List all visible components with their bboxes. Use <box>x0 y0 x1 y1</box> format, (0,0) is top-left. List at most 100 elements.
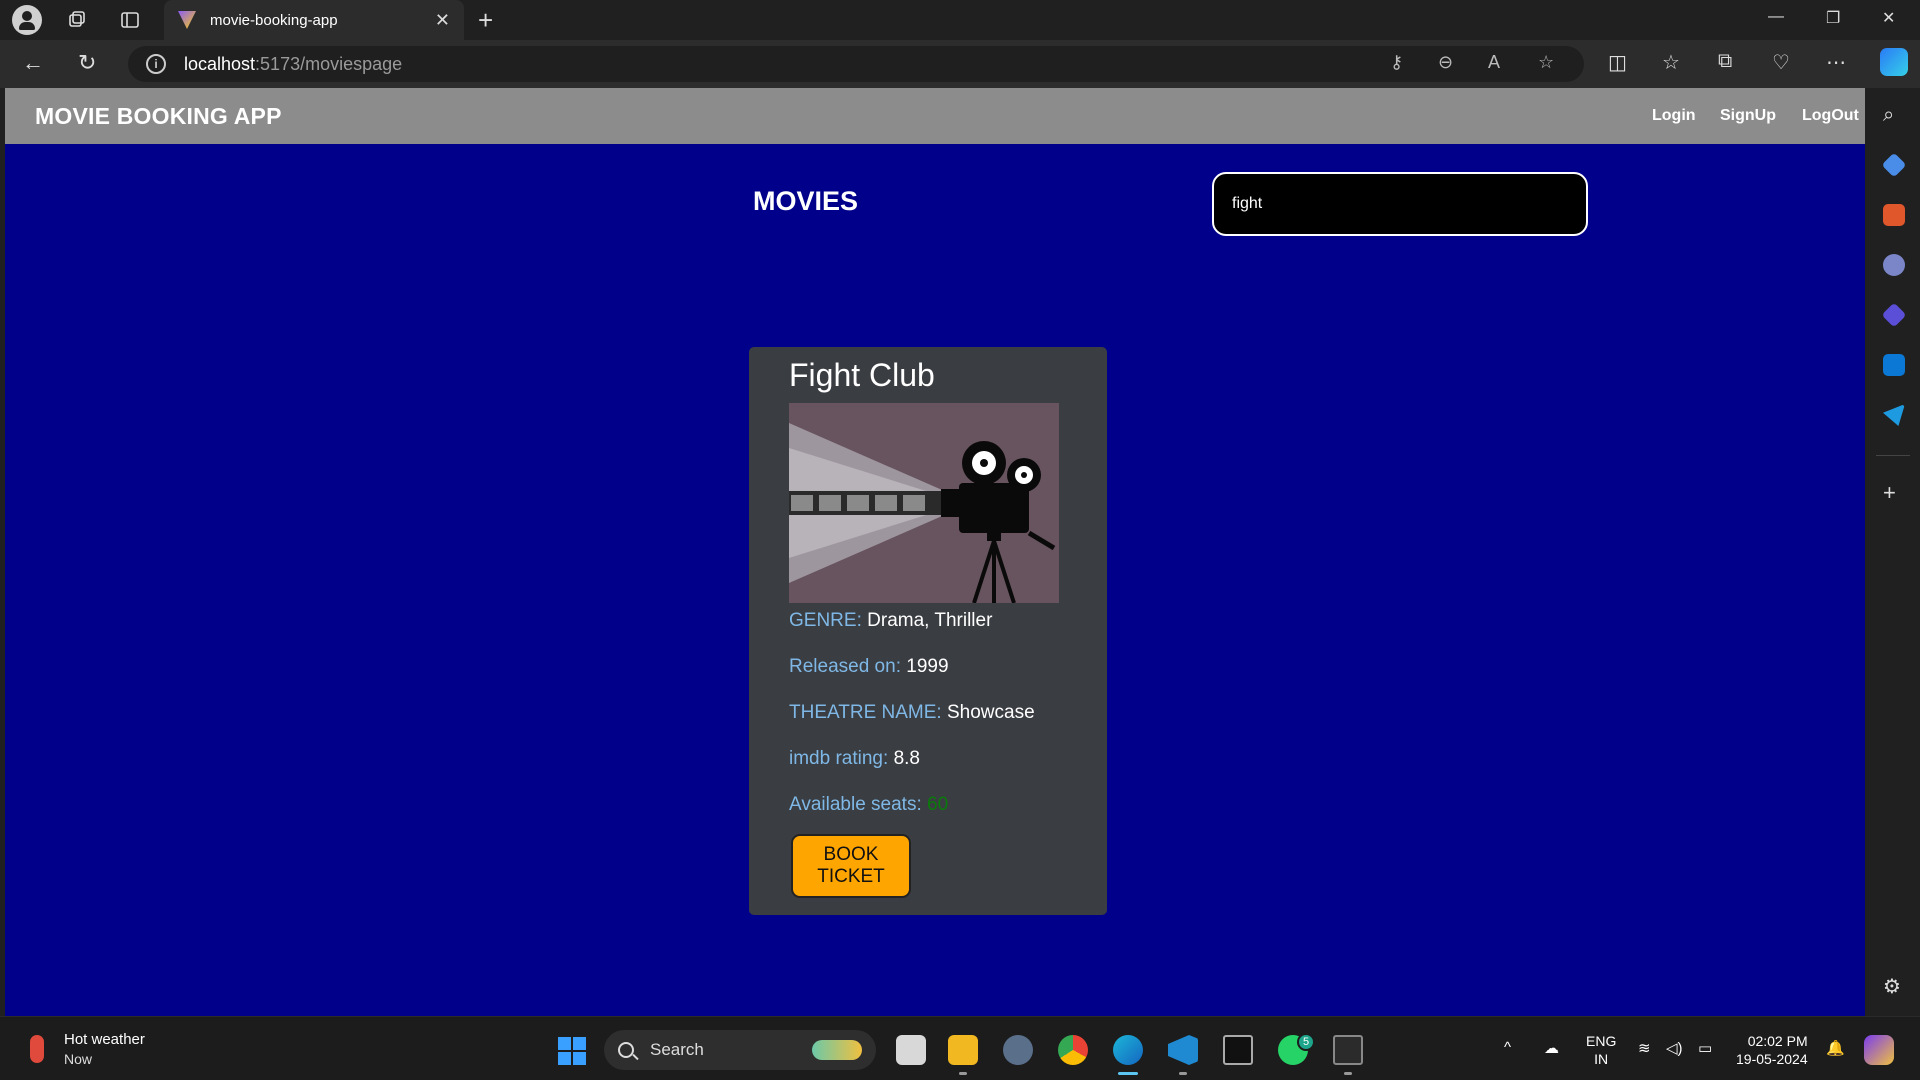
movie-card: Fight Club GENRE: Drama, Thriller Releas… <box>749 347 1107 915</box>
rating-value: 8.8 <box>893 748 920 769</box>
refresh-icon[interactable]: ↻ <box>78 50 96 76</box>
seats-field: Available seats: 60 <box>789 794 948 816</box>
windows-start-icon[interactable] <box>558 1037 586 1065</box>
taskbar-search-label: Search <box>650 1040 704 1059</box>
weather-title[interactable]: Hot weather <box>64 1031 145 1048</box>
battery-icon[interactable]: ▭ <box>1698 1039 1712 1057</box>
shopping-tag-icon[interactable] <box>1881 152 1907 178</box>
login-link[interactable]: Login <box>1652 107 1696 125</box>
theatre-field: THEATRE NAME: Showcase <box>789 702 1035 724</box>
search-icon <box>618 1042 634 1058</box>
movie-poster-image <box>789 403 1059 603</box>
language-indicator[interactable]: ENG IN <box>1586 1032 1616 1068</box>
genre-label: GENRE: <box>789 610 862 631</box>
outlook-icon[interactable] <box>1883 354 1905 376</box>
app-running-indicator <box>1344 1072 1352 1075</box>
restore-icon[interactable]: ❐ <box>1826 8 1840 28</box>
sidebar-divider <box>1876 455 1910 456</box>
chrome-icon[interactable] <box>1058 1035 1088 1065</box>
url-path: :5173/moviespage <box>255 53 403 74</box>
tab-title: movie-booking-app <box>210 11 338 29</box>
clock-date: 19-05-2024 <box>1736 1051 1808 1067</box>
close-window-icon[interactable]: ✕ <box>1882 8 1895 28</box>
app-active-indicator <box>1118 1072 1138 1075</box>
page-viewport: MOVIE BOOKING APP Login SignUp LogOut MO… <box>5 88 1865 1016</box>
key-icon[interactable]: ⚷ <box>1390 52 1403 73</box>
copilot-taskbar-icon[interactable] <box>1864 1035 1894 1065</box>
taskbar-search[interactable]: Search <box>604 1030 876 1070</box>
wifi-icon[interactable]: ≋ <box>1638 1039 1651 1057</box>
profile-icon[interactable] <box>12 5 42 35</box>
file-explorer-icon[interactable] <box>948 1035 978 1065</box>
onedrive-cloud-icon[interactable]: ☁ <box>1544 1039 1559 1057</box>
microsoft-365-icon[interactable] <box>1881 302 1907 328</box>
whatsapp-badge: 5 <box>1297 1033 1315 1051</box>
settings-icon[interactable] <box>1003 1035 1033 1065</box>
games-icon[interactable] <box>1883 254 1905 276</box>
genre-field: GENRE: Drama, Thriller <box>789 610 992 632</box>
split-screen-icon[interactable]: ◫ <box>1608 50 1627 75</box>
close-tab-icon[interactable]: ✕ <box>435 10 450 31</box>
zoom-out-icon[interactable]: ⊖ <box>1438 52 1453 73</box>
add-icon[interactable]: + <box>1883 480 1905 505</box>
volume-icon[interactable]: ◁) <box>1666 1039 1683 1057</box>
search-highlight-icon <box>812 1040 862 1060</box>
edge-sidebar: ⌕ + ⚙ <box>1866 88 1920 1016</box>
address-bar[interactable]: i localhost:5173/moviespage ⚷ ⊖ A ☆ <box>128 46 1584 82</box>
new-tab-icon[interactable]: + <box>478 5 493 36</box>
browser-essentials-icon[interactable]: ♡ <box>1772 50 1790 75</box>
terminal-window-icon[interactable] <box>1223 1035 1253 1065</box>
more-options-icon[interactable]: ⋯ <box>1826 50 1846 75</box>
book-ticket-button[interactable]: BOOK TICKET <box>791 834 911 898</box>
command-prompt-icon[interactable] <box>1333 1035 1363 1065</box>
collections-icon[interactable]: ⧉ <box>1718 50 1732 73</box>
read-aloud-icon[interactable]: A <box>1488 52 1500 73</box>
edge-icon[interactable] <box>1113 1035 1143 1065</box>
weather-subtitle: Now <box>64 1051 93 1067</box>
thermometer-icon[interactable] <box>30 1035 44 1063</box>
minimize-icon[interactable]: — <box>1768 8 1784 26</box>
released-field: Released on: 1999 <box>789 656 949 678</box>
signup-link[interactable]: SignUp <box>1720 107 1776 125</box>
app-brand[interactable]: MOVIE BOOKING APP <box>35 103 282 130</box>
released-value: 1999 <box>906 656 949 677</box>
genre-value: Drama, Thriller <box>867 610 993 631</box>
browser-title-bar: movie-booking-app ✕ + — ❐ ✕ <box>0 0 1920 40</box>
released-label: Released on: <box>789 656 901 677</box>
browser-tab[interactable]: movie-booking-app ✕ <box>164 0 464 40</box>
tab-actions-icon[interactable] <box>115 5 145 35</box>
vite-favicon-icon <box>178 11 196 29</box>
theatre-value: Showcase <box>947 702 1035 723</box>
favorites-icon[interactable]: ☆ <box>1662 50 1680 75</box>
back-icon[interactable]: ← <box>22 50 44 76</box>
windows-taskbar: Hot weather Now Search 5 ^ ☁ ENG IN ≋ ◁)… <box>0 1016 1920 1080</box>
film-projector-icon <box>789 403 1059 603</box>
rating-label: imdb rating: <box>789 748 889 769</box>
page-title: MOVIES <box>753 186 859 216</box>
movie-title: Fight Club <box>789 357 935 393</box>
seats-label: Available seats: <box>789 794 922 815</box>
browser-toolbar: ← ↻ i localhost:5173/moviespage ⚷ ⊖ A ☆ <box>0 40 1920 88</box>
site-info-icon[interactable]: i <box>146 54 166 74</box>
app-running-indicator <box>1179 1072 1187 1075</box>
chevron-up-icon[interactable]: ^ <box>1504 1039 1511 1056</box>
app-header: MOVIE BOOKING APP Login SignUp LogOut <box>5 88 1865 144</box>
notification-bell-icon[interactable]: 🔔 <box>1826 1039 1845 1057</box>
logout-link[interactable]: LogOut <box>1802 107 1859 125</box>
workspaces-icon[interactable] <box>62 5 92 35</box>
copilot-icon[interactable] <box>1880 48 1908 76</box>
settings-gear-icon[interactable]: ⚙ <box>1883 974 1905 998</box>
seats-value: 60 <box>927 794 949 815</box>
task-view-icon[interactable] <box>896 1035 926 1065</box>
favorite-star-icon[interactable]: ☆ <box>1538 52 1554 73</box>
vscode-icon[interactable] <box>1168 1035 1198 1065</box>
search-icon[interactable]: ⌕ <box>1883 104 1905 126</box>
search-input[interactable] <box>1212 172 1588 236</box>
clock-time: 02:02 PM <box>1747 1033 1808 1049</box>
send-icon[interactable] <box>1883 404 1905 426</box>
url-host: localhost <box>184 53 256 74</box>
tools-icon[interactable] <box>1883 204 1905 226</box>
app-running-indicator <box>959 1072 967 1075</box>
system-clock[interactable]: 02:02 PM 19-05-2024 <box>1736 1032 1808 1068</box>
language-code: ENG <box>1586 1033 1617 1049</box>
